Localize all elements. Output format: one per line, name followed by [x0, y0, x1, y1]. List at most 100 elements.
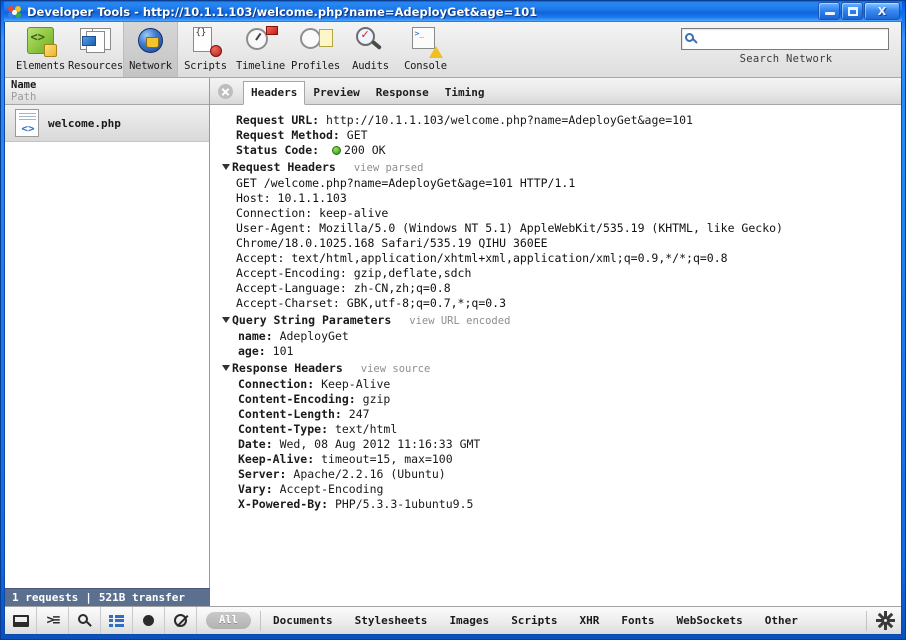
tab-resources-label: Resources	[68, 60, 123, 72]
section-request-headers[interactable]: Request Headers view parsed	[210, 160, 901, 176]
response-header-value: gzip	[363, 392, 391, 406]
response-header-key: Content-Encoding:	[238, 392, 356, 406]
filter-scripts[interactable]: Scripts	[511, 614, 557, 627]
title-bar: Developer Tools - http://10.1.1.103/welc…	[4, 1, 902, 22]
window-title: Developer Tools - http://10.1.1.103/welc…	[27, 5, 537, 19]
chevron-down-icon	[222, 164, 230, 170]
response-header-key: Content-Length:	[238, 407, 342, 421]
response-header-key: Connection:	[238, 377, 314, 391]
request-header-line: Accept-Charset: GBK,utf-8;q=0.7,*;q=0.3	[210, 296, 901, 311]
console-icon	[409, 25, 443, 59]
query-param-value: AdeployGet	[280, 329, 349, 343]
column-header-path: Path	[11, 91, 209, 103]
tab-elements[interactable]: Elements	[13, 22, 68, 77]
tab-audits-label: Audits	[352, 60, 389, 72]
response-header-row: Server: Apache/2.2.16 (Ubuntu)	[210, 467, 901, 482]
tab-profiles[interactable]: Profiles	[288, 22, 343, 77]
audits-icon	[354, 25, 388, 59]
filter-stylesheets[interactable]: Stylesheets	[355, 614, 428, 627]
tab-network[interactable]: Network	[123, 22, 178, 77]
tab-profiles-label: Profiles	[291, 60, 340, 72]
search-icon	[685, 33, 698, 46]
devtools-pinwheel-icon	[7, 4, 23, 20]
filter-websockets[interactable]: WebSockets	[677, 614, 743, 627]
main-split: Name Path <> welcome.php Headers Preview…	[5, 78, 901, 605]
close-button[interactable]: X	[864, 2, 900, 20]
filter-images[interactable]: Images	[449, 614, 489, 627]
filter-fonts[interactable]: Fonts	[621, 614, 654, 627]
tab-scripts-label: Scripts	[184, 60, 227, 72]
maximize-button[interactable]	[841, 2, 863, 20]
detail-tab-response[interactable]: Response	[368, 81, 437, 104]
query-param-key: name:	[238, 329, 273, 343]
search-input[interactable]	[701, 30, 881, 48]
find-icon[interactable]	[69, 607, 101, 634]
response-header-row: Content-Length: 247	[210, 407, 901, 422]
response-header-row: Content-Encoding: gzip	[210, 392, 901, 407]
console-prompt-icon[interactable]: >≡	[37, 607, 69, 634]
view-source-link[interactable]: view source	[361, 363, 431, 375]
section-response-headers-title: Response Headers	[232, 361, 343, 375]
filter-all[interactable]: All	[206, 612, 251, 629]
request-header-line: Connection: keep-alive	[210, 206, 901, 221]
filter-other[interactable]: Other	[765, 614, 798, 627]
tab-timeline[interactable]: Timeline	[233, 22, 288, 77]
detail-tab-timing[interactable]: Timing	[437, 81, 493, 104]
window-controls: X	[818, 2, 900, 20]
response-header-row: Content-Type: text/html	[210, 422, 901, 437]
devtools-client-area: Elements Resources Network Script	[4, 22, 902, 635]
response-header-value: 247	[349, 407, 370, 421]
tab-console[interactable]: Console	[398, 22, 453, 77]
response-header-row: X-Powered-By: PHP/5.3.3-1ubuntu9.5	[210, 497, 901, 512]
summary-request-url-key: Request URL:	[236, 113, 319, 127]
tab-console-label: Console	[404, 60, 447, 72]
request-row-welcome-php[interactable]: <> welcome.php	[5, 105, 209, 142]
response-header-row: Vary: Accept-Encoding	[210, 482, 901, 497]
response-header-value: timeout=15, max=100	[321, 452, 453, 466]
section-query-string-parameters[interactable]: Query String Parameters view URL encoded	[210, 313, 901, 329]
summary-request-method-key: Request Method:	[236, 128, 340, 142]
headers-panel: Request URL: http://10.1.1.103/welcome.p…	[210, 105, 901, 512]
status-transfer-size: 521B transfer	[99, 591, 185, 604]
close-circle-icon[interactable]	[218, 84, 233, 99]
response-header-value: text/html	[335, 422, 397, 436]
view-parsed-link[interactable]: view parsed	[354, 162, 424, 174]
detail-tab-preview[interactable]: Preview	[305, 81, 367, 104]
section-response-headers[interactable]: Response Headers view source	[210, 361, 901, 377]
tab-elements-label: Elements	[16, 60, 65, 72]
request-header-line: GET /welcome.php?name=AdeployGet&age=101…	[210, 176, 901, 191]
resources-icon	[79, 25, 113, 59]
elements-icon	[24, 25, 58, 59]
response-header-value: Keep-Alive	[321, 377, 390, 391]
response-header-row: Keep-Alive: timeout=15, max=100	[210, 452, 901, 467]
tab-scripts[interactable]: Scripts	[178, 22, 233, 77]
view-url-encoded-link[interactable]: view URL encoded	[409, 315, 510, 327]
detail-tab-headers[interactable]: Headers	[243, 81, 305, 105]
response-header-key: Keep-Alive:	[238, 452, 314, 466]
filter-documents[interactable]: Documents	[273, 614, 333, 627]
record-icon[interactable]	[133, 607, 165, 634]
list-view-icon[interactable]	[101, 607, 133, 634]
detail-pane: Headers Preview Response Timing Request …	[210, 78, 901, 605]
search-caption: Search Network	[681, 53, 891, 65]
section-query-string-title: Query String Parameters	[232, 313, 391, 327]
summary-status-code-key: Status Code:	[236, 143, 319, 157]
clear-icon[interactable]	[165, 607, 197, 634]
summary-request-url: Request URL: http://10.1.1.103/welcome.p…	[210, 113, 901, 128]
chevron-down-icon	[222, 365, 230, 371]
dock-panel-icon[interactable]	[5, 607, 37, 634]
summary-request-method-value: GET	[347, 128, 368, 142]
section-request-headers-title: Request Headers	[232, 160, 336, 174]
response-header-key: Server:	[238, 467, 286, 481]
tab-audits[interactable]: Audits	[343, 22, 398, 77]
filter-xhr[interactable]: XHR	[580, 614, 600, 627]
response-header-value: PHP/5.3.3-1ubuntu9.5	[335, 497, 473, 511]
search-box[interactable]	[681, 28, 889, 50]
gear-icon[interactable]	[876, 611, 895, 630]
request-header-line: Accept-Language: zh-CN,zh;q=0.8	[210, 281, 901, 296]
response-header-row: Connection: Keep-Alive	[210, 377, 901, 392]
minimize-button[interactable]	[818, 2, 840, 20]
sidebar-header[interactable]: Name Path	[5, 78, 209, 105]
tab-resources[interactable]: Resources	[68, 22, 123, 77]
network-icon	[134, 25, 168, 59]
